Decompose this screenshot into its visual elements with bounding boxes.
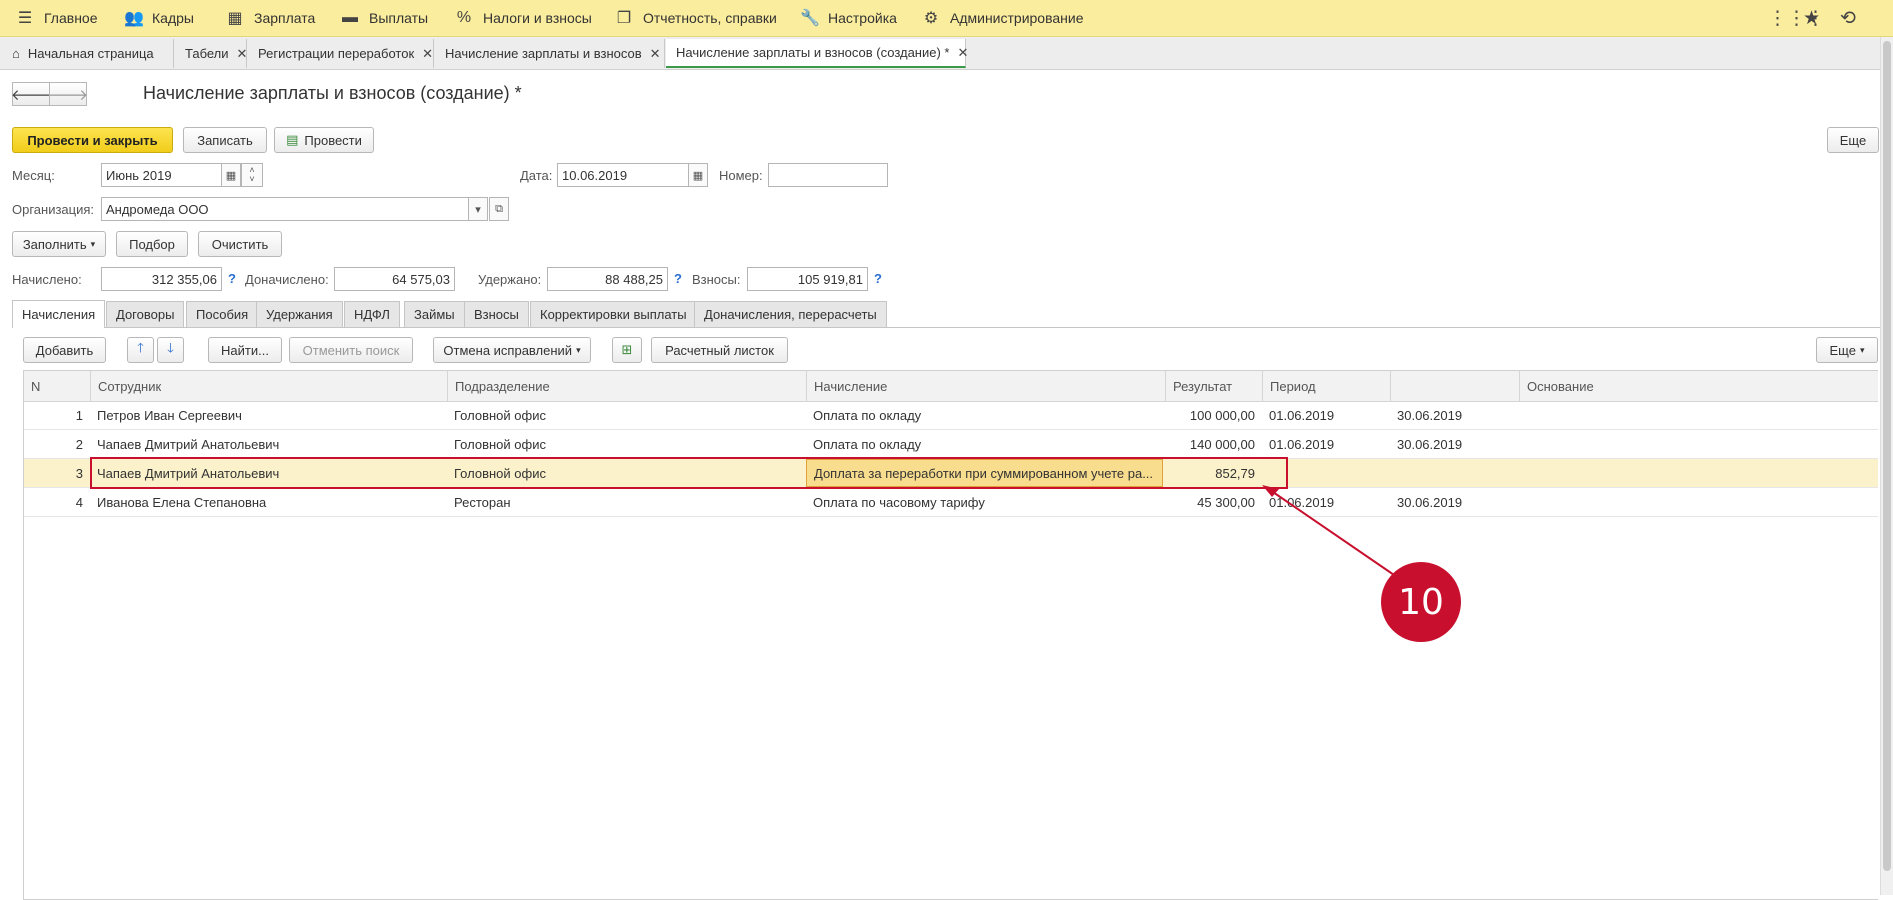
vertical-scrollbar[interactable] (1880, 37, 1893, 895)
callout-badge: 10 (1381, 562, 1461, 642)
scrollbar-thumb[interactable] (1883, 41, 1891, 871)
annotation-arrow (1262, 485, 1398, 578)
